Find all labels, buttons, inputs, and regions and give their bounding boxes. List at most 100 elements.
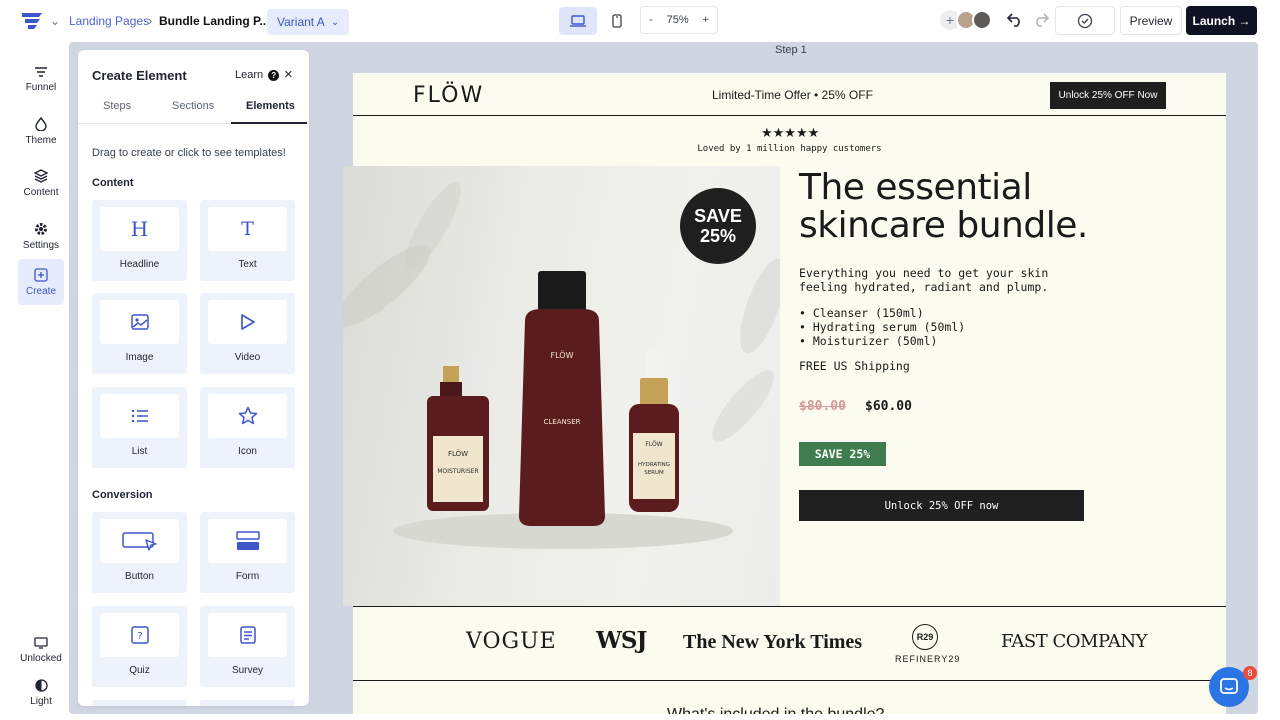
- chat-icon: [1220, 678, 1238, 694]
- desktop-view-button[interactable]: [559, 7, 597, 35]
- press-logo-refinery29: REFINERY29: [895, 654, 961, 664]
- zoom-out-button[interactable]: -: [649, 14, 653, 26]
- element-card-text[interactable]: T Text: [200, 200, 295, 281]
- element-card-button[interactable]: Button: [92, 512, 187, 593]
- element-card-icon[interactable]: Icon: [200, 387, 295, 468]
- breadcrumb-parent[interactable]: Landing Pages: [69, 14, 149, 28]
- element-card-list[interactable]: List: [92, 387, 187, 468]
- save-badge[interactable]: SAVE 25%: [680, 188, 756, 264]
- preview-button[interactable]: Preview: [1120, 6, 1182, 35]
- rail-item-content[interactable]: Content: [18, 160, 64, 206]
- mobile-icon: [612, 14, 622, 28]
- rail-item-create[interactable]: Create: [18, 259, 64, 305]
- hero-product-image[interactable]: FLÖW MOISTURISER FLÖW CLEANSER FLÖW HYDR…: [343, 166, 780, 606]
- element-card-label: Quiz: [129, 665, 150, 676]
- element-card-quiz[interactable]: ? Quiz: [92, 606, 187, 687]
- rail-label: Content: [23, 186, 59, 198]
- bottle-brand: FLÖW: [551, 350, 574, 360]
- image-icon: [130, 314, 149, 330]
- zoom-in-button[interactable]: +: [703, 14, 709, 26]
- panel-title: Create Element: [92, 68, 187, 83]
- quiz-icon: ?: [130, 626, 149, 644]
- lp-logo[interactable]: FLÖW: [413, 83, 484, 108]
- press-logos: VOGUE WSJ The New York Times R29 REFINER…: [353, 606, 1226, 681]
- button-icon: [121, 532, 157, 551]
- avatar[interactable]: [972, 10, 992, 30]
- lp-cta-button[interactable]: Unlock 25% OFF now: [799, 490, 1084, 521]
- app-logo-icon[interactable]: [20, 10, 44, 32]
- element-card-survey[interactable]: Survey: [200, 606, 295, 687]
- element-card-label: Text: [238, 259, 257, 270]
- mobile-view-button[interactable]: [606, 7, 628, 35]
- launch-button[interactable]: Launch →: [1186, 6, 1257, 35]
- element-card-image[interactable]: Image: [92, 293, 187, 374]
- rail-item-unlocked[interactable]: Unlocked: [18, 627, 64, 673]
- step-label: Step 1: [775, 44, 807, 56]
- save-pill[interactable]: SAVE 25%: [799, 442, 886, 466]
- new-price: $60.00: [865, 399, 912, 414]
- layers-icon: [34, 168, 48, 183]
- element-card-label: Button: [125, 571, 154, 582]
- press-logo-nyt: The New York Times: [683, 631, 863, 653]
- notification-badge: 8: [1243, 666, 1257, 680]
- panel-hint: Drag to create or click to see templates…: [92, 147, 286, 159]
- bottle-brand: FLÖW: [645, 441, 662, 448]
- element-card-label: Headline: [119, 259, 160, 270]
- check-button[interactable]: [1055, 6, 1115, 35]
- lp-offer-text: Limited-Time Offer • 25% OFF: [712, 88, 873, 102]
- laptop-icon: [570, 15, 586, 27]
- refinery29-mark-icon: R29: [912, 624, 938, 650]
- star-icon: [238, 406, 257, 425]
- element-card-video[interactable]: Video: [200, 293, 295, 374]
- gear-icon: [35, 222, 47, 235]
- tab-elements[interactable]: Elements: [246, 100, 295, 112]
- bottle-name: MOISTURISER: [437, 468, 478, 475]
- active-tab-indicator: [231, 122, 307, 124]
- list-item: • Hydrating serum (50ml): [799, 320, 966, 334]
- tab-sections[interactable]: Sections: [172, 100, 214, 112]
- lp-headline[interactable]: The essential skincare bundle.: [799, 169, 1088, 245]
- element-card-more[interactable]: [92, 700, 187, 706]
- learn-link[interactable]: Learn ?: [235, 69, 280, 81]
- variant-select[interactable]: Variant A ⌄: [267, 9, 350, 35]
- redo-icon[interactable]: [1032, 11, 1050, 27]
- press-logo-fastcompany: FAST COMPANY: [1001, 631, 1148, 652]
- chevron-down-icon[interactable]: ⌄: [50, 14, 60, 28]
- description-line: Everything you need to get your skin: [799, 266, 1049, 280]
- lp-description[interactable]: Everything you need to get your skin fee…: [799, 266, 1048, 294]
- list-item: • Cleanser (150ml): [799, 306, 924, 320]
- close-icon[interactable]: ×: [284, 66, 293, 83]
- rail-item-settings[interactable]: Settings: [18, 213, 64, 259]
- rail-label: Funnel: [25, 81, 57, 93]
- lp-shipping[interactable]: FREE US Shipping: [799, 359, 910, 373]
- text-icon: T: [241, 218, 254, 240]
- element-card-more[interactable]: [200, 700, 295, 706]
- section-label-conversion: Conversion: [92, 489, 153, 501]
- svg-text:?: ?: [137, 631, 142, 642]
- tab-steps[interactable]: Steps: [103, 100, 131, 112]
- bottle-brand: FLÖW: [448, 449, 468, 458]
- droplet-icon: [35, 116, 47, 131]
- survey-icon: [239, 626, 256, 644]
- headline-line: The essential: [799, 167, 1032, 208]
- section-label-content: Content: [92, 177, 134, 189]
- zoom-control: - 75% +: [640, 6, 718, 34]
- lp-unlock-top-button[interactable]: Unlock 25% OFF Now: [1050, 82, 1166, 109]
- headline-icon: H: [130, 217, 149, 241]
- breadcrumb-current[interactable]: Bundle Landing P...: [159, 14, 269, 28]
- rail-label: Settings: [22, 239, 60, 251]
- element-card-label: Video: [234, 352, 261, 363]
- rail-label: Theme: [25, 134, 57, 146]
- lp-bullet-list[interactable]: • Cleanser (150ml) • Hydrating serum (50…: [799, 306, 965, 348]
- rail-item-theme[interactable]: Theme: [18, 108, 64, 154]
- lp-header: FLÖW Limited-Time Offer • 25% OFF Unlock…: [353, 73, 1226, 116]
- press-logo-wsj: WSJ: [596, 627, 647, 654]
- rail-item-light[interactable]: Light: [18, 670, 64, 716]
- undo-icon[interactable]: [1006, 11, 1024, 27]
- rail-item-funnel[interactable]: Funnel: [18, 56, 64, 102]
- form-icon: [235, 531, 260, 550]
- element-card-label: Survey: [231, 665, 264, 676]
- element-card-form[interactable]: Form: [200, 512, 295, 593]
- element-card-headline[interactable]: H Headline: [92, 200, 187, 281]
- element-card-label: Form: [235, 571, 260, 582]
